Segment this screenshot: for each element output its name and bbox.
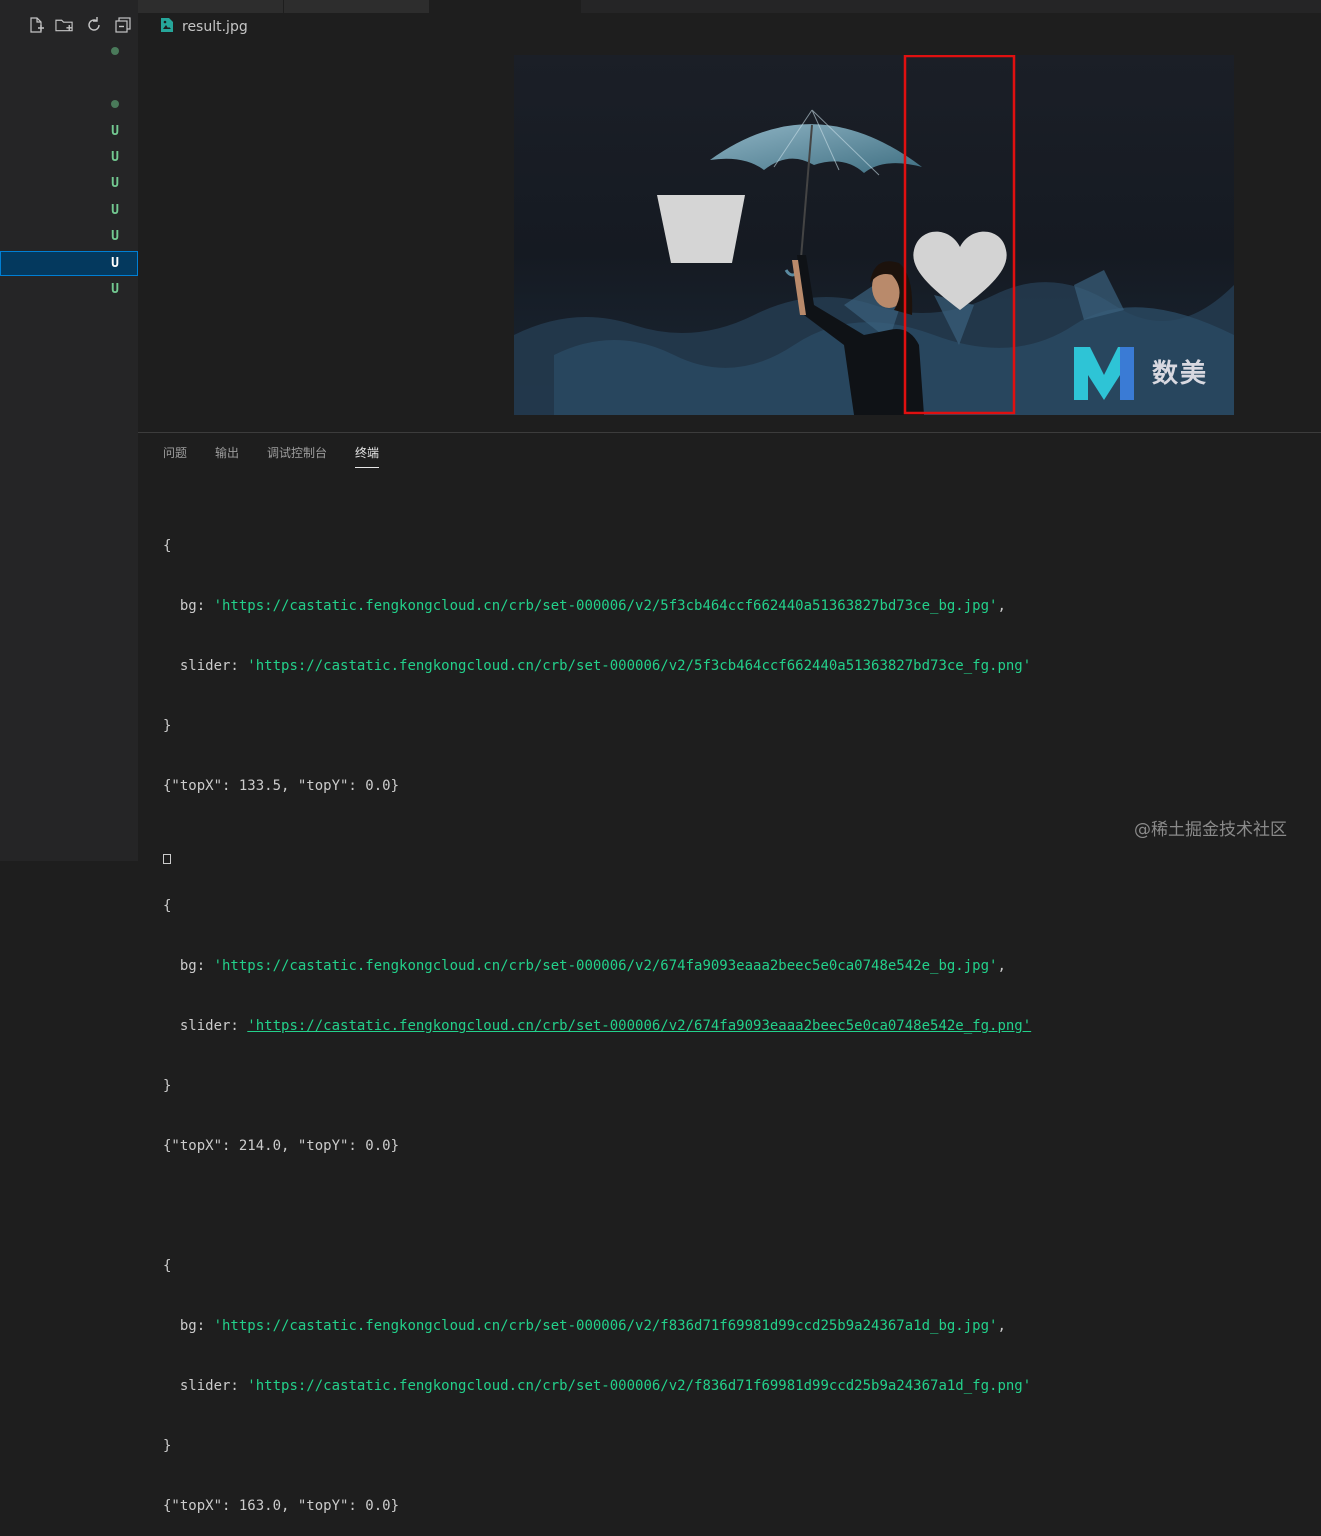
panel-tabs: 问题 输出 调试控制台 终端 bbox=[163, 444, 380, 468]
untracked-badge: U bbox=[111, 176, 119, 191]
file-status-row[interactable]: U bbox=[0, 277, 138, 302]
terminal-line: bg: 'https://castatic.fengkongcloud.cn/c… bbox=[163, 1318, 1006, 1334]
file-status-row[interactable]: U bbox=[0, 224, 138, 249]
terminal-line: slider: 'https://castatic.fengkongcloud.… bbox=[163, 1378, 1032, 1394]
url-string: 'https://castatic.fengkongcloud.cn/crb/s… bbox=[247, 1378, 1032, 1394]
file-status-row[interactable] bbox=[0, 92, 138, 117]
terminal-output[interactable]: { bg: 'https://castatic.fengkongcloud.cn… bbox=[163, 496, 1313, 1536]
image-file-icon bbox=[160, 17, 174, 37]
refresh-icon[interactable] bbox=[84, 15, 103, 34]
file-status-row[interactable] bbox=[0, 39, 138, 64]
terminal-line: slider: 'https://castatic.fengkongcloud.… bbox=[163, 1018, 1032, 1034]
terminal-line: bg: 'https://castatic.fengkongcloud.cn/c… bbox=[163, 958, 1006, 974]
url-string: 'https://castatic.fengkongcloud.cn/crb/s… bbox=[247, 658, 1032, 674]
result-line: {"topX": 214.0, "topY": 0.0} bbox=[163, 1138, 400, 1154]
explorer-actions bbox=[26, 15, 132, 34]
terminal-line: slider: 'https://castatic.fengkongcloud.… bbox=[163, 658, 1032, 674]
new-file-icon[interactable] bbox=[26, 15, 45, 34]
collapse-all-icon[interactable] bbox=[113, 15, 132, 34]
editor-tab-active[interactable] bbox=[430, 0, 581, 13]
explorer-sidebar: U U U U U U U bbox=[0, 0, 138, 861]
url-string: 'https://castatic.fengkongcloud.cn/crb/s… bbox=[213, 958, 998, 974]
file-status-row[interactable]: U bbox=[0, 198, 138, 223]
untracked-badge: U bbox=[111, 282, 119, 297]
result-line: {"topX": 133.5, "topY": 0.0} bbox=[163, 778, 400, 794]
url-link[interactable]: 'https://castatic.fengkongcloud.cn/crb/s… bbox=[247, 1018, 1031, 1034]
untracked-badge: U bbox=[111, 256, 119, 271]
terminal-line: { bbox=[163, 538, 172, 554]
url-string: 'https://castatic.fengkongcloud.cn/crb/s… bbox=[213, 598, 998, 614]
terminal-cursor bbox=[163, 854, 171, 864]
untracked-badge: U bbox=[111, 150, 119, 165]
url-string: 'https://castatic.fengkongcloud.cn/crb/s… bbox=[213, 1318, 998, 1334]
panel-separator bbox=[138, 432, 1321, 433]
modified-dot-icon bbox=[111, 100, 119, 108]
untracked-badge: U bbox=[111, 124, 119, 139]
breadcrumb[interactable]: result.jpg bbox=[160, 16, 248, 38]
terminal-line: } bbox=[163, 1438, 172, 1454]
captcha-image bbox=[514, 55, 1234, 415]
file-status-row[interactable]: U bbox=[0, 145, 138, 170]
untracked-badge: U bbox=[111, 203, 119, 218]
terminal-line: } bbox=[163, 718, 172, 734]
file-name: result.jpg bbox=[182, 19, 248, 35]
result-line: {"topX": 163.0, "topY": 0.0} bbox=[163, 1498, 400, 1514]
file-status-row[interactable]: U bbox=[0, 171, 138, 196]
site-watermark: @稀土掘金技术社区 bbox=[1134, 820, 1287, 840]
untracked-badge: U bbox=[111, 229, 119, 244]
image-preview: 数美 bbox=[514, 55, 1234, 415]
modified-dot-icon bbox=[111, 47, 119, 55]
editor-tab[interactable] bbox=[138, 0, 284, 13]
terminal-line: { bbox=[163, 898, 172, 914]
watermark-text: 数美 bbox=[1152, 359, 1209, 389]
editor-tab-strip bbox=[138, 0, 1321, 13]
tab-debug-console[interactable]: 调试控制台 bbox=[267, 444, 327, 468]
editor-tab[interactable] bbox=[284, 0, 430, 13]
tab-problems[interactable]: 问题 bbox=[163, 444, 187, 468]
tab-terminal[interactable]: 终端 bbox=[355, 444, 380, 468]
terminal-line: { bbox=[163, 1258, 172, 1274]
new-folder-icon[interactable] bbox=[55, 15, 74, 34]
terminal-line: bg: 'https://castatic.fengkongcloud.cn/c… bbox=[163, 598, 1006, 614]
terminal-line: } bbox=[163, 1078, 172, 1094]
file-status-row-selected[interactable]: U bbox=[0, 251, 138, 276]
tab-output[interactable]: 输出 bbox=[215, 444, 239, 468]
file-status-row[interactable]: U bbox=[0, 119, 138, 144]
